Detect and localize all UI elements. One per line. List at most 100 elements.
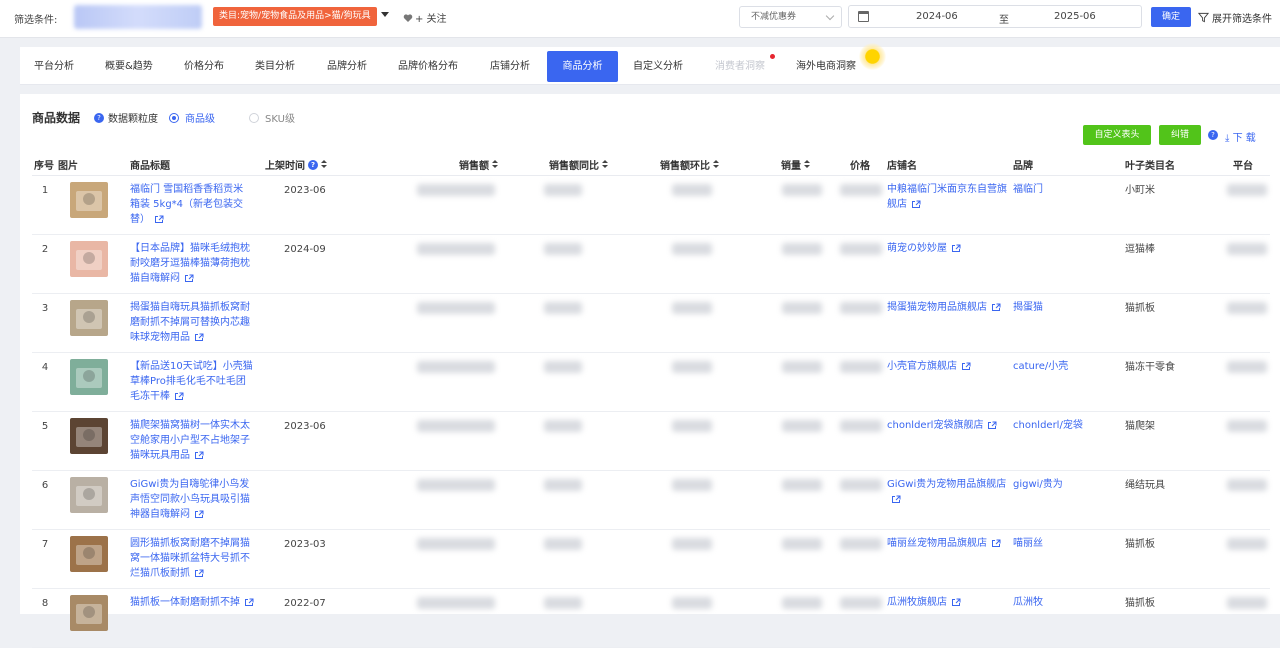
row-index: 3: [41, 303, 49, 314]
date-range-picker[interactable]: 2024-06 至 2025-06: [848, 5, 1142, 28]
store-name: 喵丽丝宠物用品旗舰店: [887, 538, 987, 549]
sort-icon[interactable]: [804, 160, 810, 169]
product-thumbnail[interactable]: [70, 536, 108, 572]
table-row: 5 猫爬架猫窝猫树一体实木太空舱家用小户型不占地架子猫咪玩具用品 2023-06 ch…: [32, 412, 1270, 471]
external-link-icon[interactable]: [951, 598, 961, 607]
category-tag[interactable]: 类目:宠物/宠物食品及用品>猫/狗玩具: [213, 7, 377, 26]
external-link-icon[interactable]: [194, 510, 204, 519]
brand-link[interactable]: gigwi/贵为: [1013, 477, 1113, 492]
product-title-link[interactable]: 猫抓板一体耐磨耐抓不掉: [130, 595, 254, 610]
download-button[interactable]: ⤓ 下 载: [1225, 129, 1256, 144]
question-icon[interactable]: ?: [1208, 130, 1218, 140]
external-link-icon[interactable]: [174, 392, 184, 401]
external-link-icon[interactable]: [911, 200, 921, 209]
col-sales[interactable]: 销售额: [459, 157, 498, 172]
blurred-metric: [782, 597, 822, 609]
tab-consumer-insight[interactable]: 消费者洞察: [707, 51, 775, 82]
blurred-metric: [782, 420, 822, 432]
product-title-link[interactable]: 【新品送10天试吃】小壳猫草棒Pro排毛化毛不吐毛团毛冻干棒: [130, 359, 254, 404]
brand-link[interactable]: 喵丽丝: [1013, 536, 1113, 551]
brand-link[interactable]: 瓜洲牧: [1013, 595, 1113, 610]
store-link[interactable]: 小壳官方旗舰店: [887, 359, 1011, 374]
col-listing-date[interactable]: 上架时间?: [265, 157, 327, 172]
tab-store-analysis[interactable]: 店铺分析: [482, 51, 538, 82]
external-link-icon[interactable]: [991, 539, 1001, 548]
tab-product-analysis[interactable]: 商品分析: [547, 51, 618, 82]
store-link[interactable]: 瓜洲牧旗舰店: [887, 595, 1011, 610]
tab-brand-price-distribution[interactable]: 品牌价格分布: [390, 51, 466, 82]
filter-label: 筛选条件:: [14, 15, 58, 26]
external-link-icon[interactable]: [194, 333, 204, 342]
external-link-icon[interactable]: [184, 274, 194, 283]
product-thumbnail[interactable]: [70, 418, 108, 454]
store-link[interactable]: GiGwi贵为宠物用品旗舰店: [887, 477, 1011, 507]
tab-category-analysis[interactable]: 类目分析: [247, 51, 303, 82]
brand-link[interactable]: 揭蛋猫: [1013, 300, 1113, 315]
category-dropdown-icon[interactable]: [381, 12, 389, 17]
tab-consumer-insight-label: 消费者洞察: [715, 61, 765, 72]
external-link-icon[interactable]: [961, 362, 971, 371]
sun-icon[interactable]: [859, 43, 886, 70]
blurred-metric: [1227, 420, 1267, 432]
brand-link[interactable]: chonlderl/宠袋: [1013, 418, 1113, 433]
question-icon[interactable]: ?: [94, 112, 104, 123]
product-title-link[interactable]: 福临门 雪国稻香香稻贡米 箱装 5kg*4（新老包装交替）: [130, 182, 254, 227]
tab-overseas-ecommerce[interactable]: 海外电商洞察: [788, 51, 864, 82]
external-link-icon[interactable]: [991, 303, 1001, 312]
product-thumbnail[interactable]: [70, 595, 108, 631]
sort-icon[interactable]: [492, 160, 498, 169]
store-link[interactable]: chonlderl宠袋旗舰店: [887, 418, 1011, 433]
expand-filters-button[interactable]: 展开筛选条件: [1198, 10, 1272, 25]
col-volume[interactable]: 销量: [781, 157, 810, 172]
tab-brand-analysis[interactable]: 品牌分析: [319, 51, 375, 82]
product-title-link[interactable]: 【日本品牌】猫咪毛绒抱枕耐咬磨牙逗猫棒猫薄荷抱枕猫自嗨解闷: [130, 241, 254, 286]
sort-icon[interactable]: [321, 160, 327, 169]
confirm-button[interactable]: 确定: [1151, 7, 1191, 27]
follow-button[interactable]: + 关注: [403, 10, 447, 25]
product-thumbnail[interactable]: [70, 300, 108, 336]
blurred-metric: [672, 361, 712, 373]
product-title-link[interactable]: GiGwi贵为自嗨鸵律小鸟发声悟空同款小鸟玩具吸引猫神器自嗨解闷: [130, 477, 254, 522]
store-link[interactable]: 萌宠の妙妙屋: [887, 241, 1011, 256]
custom-header-button[interactable]: 自定义表头: [1083, 125, 1151, 145]
tab-platform-analysis[interactable]: 平台分析: [26, 51, 82, 82]
question-icon[interactable]: ?: [308, 159, 318, 170]
sort-icon[interactable]: [602, 160, 608, 169]
product-thumbnail[interactable]: [70, 477, 108, 513]
date-end[interactable]: 2025-06: [1054, 11, 1096, 22]
store-link[interactable]: 喵丽丝宠物用品旗舰店: [887, 536, 1011, 551]
product-title-link[interactable]: 猫爬架猫窝猫树一体实木太空舱家用小户型不占地架子猫咪玩具用品: [130, 418, 254, 463]
sort-icon[interactable]: [713, 160, 719, 169]
product-title-link[interactable]: 圆形猫抓板窝耐磨不掉屑猫窝一体猫咪抓盆特大号抓不烂猫爪板耐抓: [130, 536, 254, 581]
store-link[interactable]: 揭蛋猫宠物用品旗舰店: [887, 300, 1011, 315]
col-sales-mom[interactable]: 销售额环比: [660, 157, 719, 172]
blurred-filter-value[interactable]: [74, 5, 202, 29]
external-link-icon[interactable]: [987, 421, 997, 430]
blurred-metric: [544, 302, 582, 314]
col-sales-yoy[interactable]: 销售额同比: [549, 157, 608, 172]
coupon-select[interactable]: 不减优惠券: [739, 6, 842, 28]
external-link-icon[interactable]: [154, 215, 164, 224]
brand-link[interactable]: 福临门: [1013, 182, 1113, 197]
product-thumbnail[interactable]: [70, 241, 108, 277]
external-link-icon[interactable]: [194, 451, 204, 460]
product-title-link[interactable]: 揭蛋猫自嗨玩具猫抓板窝耐磨耐抓不掉屑可替换内芯趣味球宠物用品: [130, 300, 254, 345]
feedback-button[interactable]: 纠错: [1159, 125, 1201, 145]
external-link-icon[interactable]: [951, 244, 961, 253]
listing-date: 2023-06: [284, 421, 326, 432]
tab-overview-trend[interactable]: 概要&趋势: [97, 51, 161, 82]
brand-link[interactable]: cature/小壳: [1013, 359, 1113, 374]
product-thumbnail[interactable]: [70, 182, 108, 218]
date-start[interactable]: 2024-06: [916, 11, 958, 22]
external-link-icon[interactable]: [194, 569, 204, 578]
product-thumbnail[interactable]: [70, 359, 108, 395]
col-leaf-category-label: 叶子类目名: [1125, 161, 1175, 172]
store-link[interactable]: 中粮福临门米面京东自营旗舰店: [887, 182, 1011, 212]
radio-product-level[interactable]: 商品级: [169, 110, 215, 125]
tab-price-distribution[interactable]: 价格分布: [176, 51, 232, 82]
row-index: 1: [41, 185, 49, 196]
tab-custom-analysis[interactable]: 自定义分析: [625, 51, 691, 82]
radio-sku-level[interactable]: SKU级: [249, 110, 295, 125]
external-link-icon[interactable]: [244, 598, 254, 607]
external-link-icon[interactable]: [891, 495, 901, 504]
